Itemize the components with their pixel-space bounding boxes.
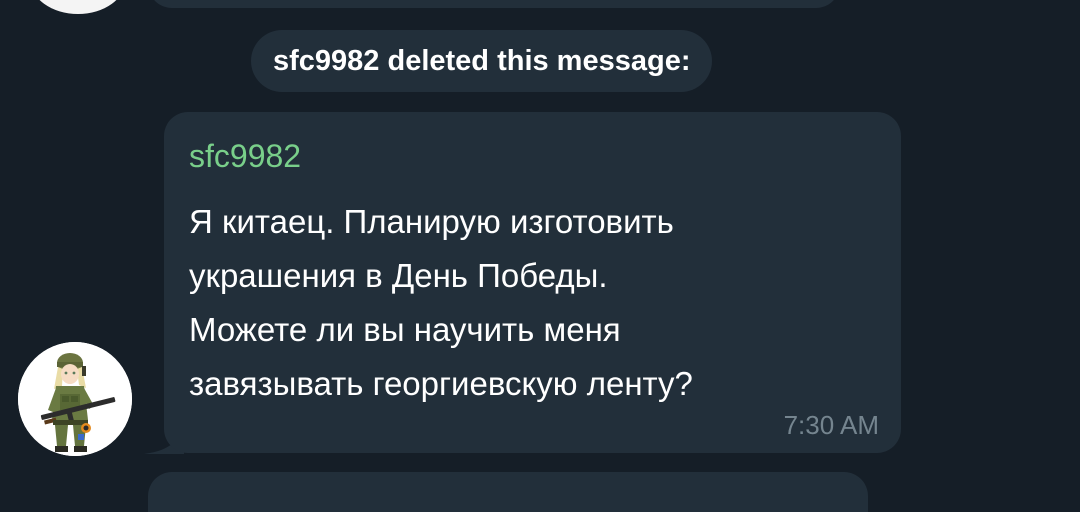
soldier-avatar-icon (18, 342, 132, 456)
sender-avatar[interactable] (18, 342, 132, 456)
previous-avatar[interactable] (30, 0, 126, 14)
message-timestamp: 7:30 AM (783, 410, 879, 440)
message-bubble[interactable]: sfc9982 Я китаец. Планирую изготовить ук… (164, 112, 901, 453)
message-text: Я китаец. Планирую изготовить украшения … (189, 203, 693, 402)
previous-message-bubble[interactable] (148, 0, 840, 8)
deleted-message-notice: sfc9982 deleted this message: (251, 30, 713, 92)
next-message-bubble[interactable] (148, 472, 868, 512)
sender-name[interactable]: sfc9982 (189, 134, 301, 178)
